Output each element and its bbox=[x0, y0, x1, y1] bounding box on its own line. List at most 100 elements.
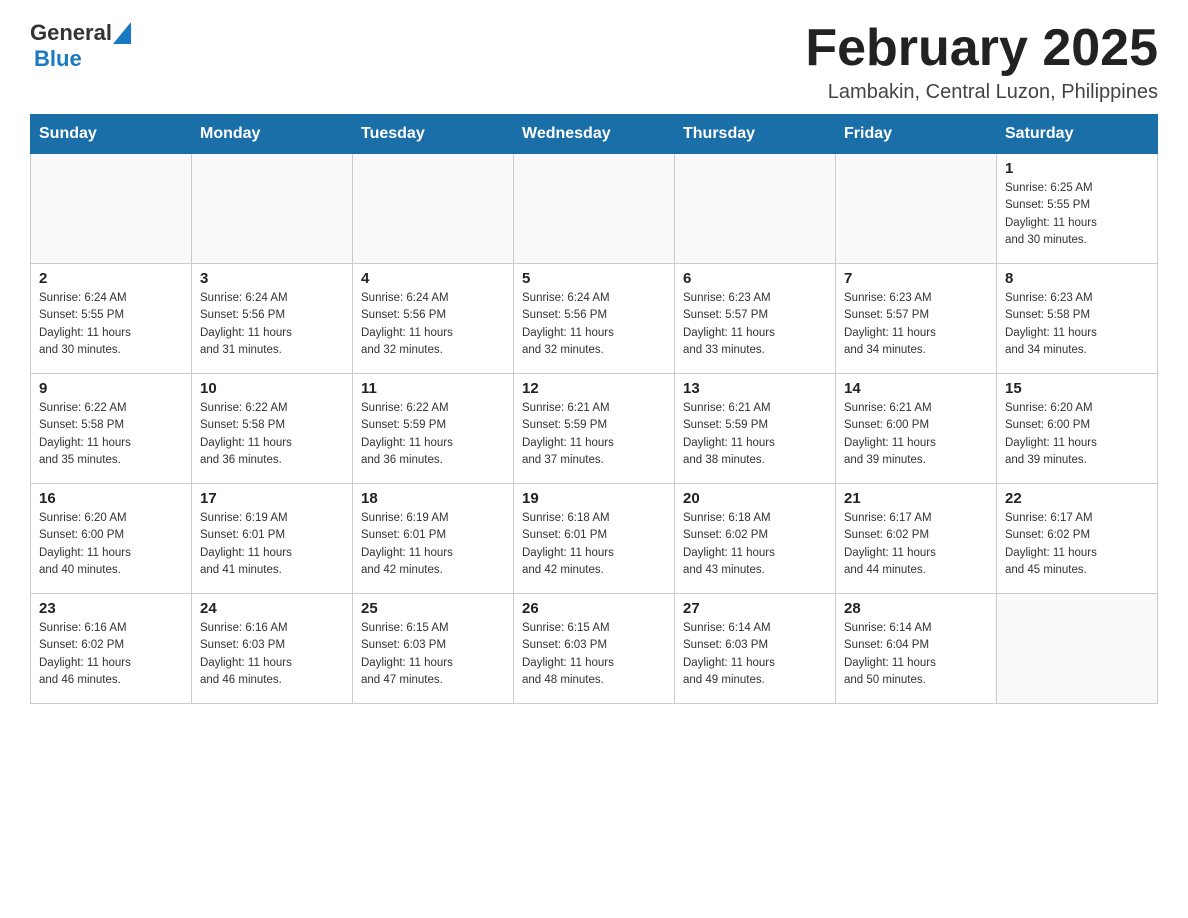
day-info: Sunrise: 6:21 AMSunset: 5:59 PMDaylight:… bbox=[683, 400, 827, 469]
day-number: 25 bbox=[361, 600, 505, 617]
calendar-cell: 16 Sunrise: 6:20 AMSunset: 6:00 PMDayligh… bbox=[31, 484, 192, 594]
day-info: Sunrise: 6:21 AMSunset: 5:59 PMDaylight:… bbox=[522, 400, 666, 469]
day-of-week-wednesday: Wednesday bbox=[514, 115, 675, 154]
day-info: Sunrise: 6:23 AMSunset: 5:57 PMDaylight:… bbox=[844, 290, 988, 359]
day-number: 10 bbox=[200, 380, 344, 397]
day-info: Sunrise: 6:25 AMSunset: 5:55 PMDaylight:… bbox=[1005, 180, 1149, 249]
day-info: Sunrise: 6:15 AMSunset: 6:03 PMDaylight:… bbox=[522, 620, 666, 689]
day-info: Sunrise: 6:20 AMSunset: 6:00 PMDaylight:… bbox=[1005, 400, 1149, 469]
calendar-cell: 9Sunrise: 6:22 AMSunset: 5:58 PMDaylight… bbox=[31, 374, 192, 484]
day-number: 23 bbox=[39, 600, 183, 617]
day-info: Sunrise: 6:24 AMSunset: 5:56 PMDaylight:… bbox=[200, 290, 344, 359]
day-number: 11 bbox=[361, 380, 505, 397]
calendar-cell: 6 Sunrise: 6:23 AMSunset: 5:57 PMDaylight… bbox=[675, 264, 836, 374]
day-number: 1 bbox=[1005, 160, 1149, 177]
calendar-cell: 24 Sunrise: 6:16 AMSunset: 6:03 PMDayligh… bbox=[192, 594, 353, 704]
calendar-cell: 11 Sunrise: 6:22 AMSunset: 5:59 PMDayligh… bbox=[353, 374, 514, 484]
day-info: Sunrise: 6:17 AMSunset: 6:02 PMDaylight:… bbox=[844, 510, 988, 579]
calendar-cell: 27 Sunrise: 6:14 AMSunset: 6:03 PMDayligh… bbox=[675, 594, 836, 704]
calendar-cell bbox=[997, 594, 1158, 704]
calendar-cell bbox=[836, 154, 997, 264]
calendar-week-row: 1 Sunrise: 6:25 AMSunset: 5:55 PMDaylight… bbox=[31, 154, 1158, 264]
calendar-week-row: 23Sunrise: 6:16 AMSunset: 6:02 PMDayligh… bbox=[31, 594, 1158, 704]
calendar-body: 1 Sunrise: 6:25 AMSunset: 5:55 PMDaylight… bbox=[31, 154, 1158, 704]
calendar-cell: 4Sunrise: 6:24 AMSunset: 5:56 PMDaylight… bbox=[353, 264, 514, 374]
days-of-week-row: SundayMondayTuesdayWednesdayThursdayFrid… bbox=[31, 115, 1158, 154]
calendar-cell: 12 Sunrise: 6:21 AMSunset: 5:59 PMDayligh… bbox=[514, 374, 675, 484]
day-info: Sunrise: 6:21 AMSunset: 6:00 PMDaylight:… bbox=[844, 400, 988, 469]
logo: General Blue bbox=[30, 20, 132, 72]
calendar-cell bbox=[675, 154, 836, 264]
day-number: 22 bbox=[1005, 490, 1149, 507]
calendar-cell: 13 Sunrise: 6:21 AMSunset: 5:59 PMDayligh… bbox=[675, 374, 836, 484]
calendar-cell: 3 Sunrise: 6:24 AMSunset: 5:56 PMDaylight… bbox=[192, 264, 353, 374]
calendar-cell: 2 Sunrise: 6:24 AMSunset: 5:55 PMDaylight… bbox=[31, 264, 192, 374]
day-info: Sunrise: 6:17 AMSunset: 6:02 PMDaylight:… bbox=[1005, 510, 1149, 579]
day-number: 21 bbox=[844, 490, 988, 507]
calendar-cell bbox=[192, 154, 353, 264]
calendar-cell bbox=[31, 154, 192, 264]
calendar-cell: 18Sunrise: 6:19 AMSunset: 6:01 PMDayligh… bbox=[353, 484, 514, 594]
day-number: 16 bbox=[39, 490, 183, 507]
day-info: Sunrise: 6:15 AMSunset: 6:03 PMDaylight:… bbox=[361, 620, 505, 689]
day-number: 2 bbox=[39, 270, 183, 287]
calendar-cell: 22 Sunrise: 6:17 AMSunset: 6:02 PMDayligh… bbox=[997, 484, 1158, 594]
day-info: Sunrise: 6:18 AMSunset: 6:02 PMDaylight:… bbox=[683, 510, 827, 579]
day-number: 13 bbox=[683, 380, 827, 397]
logo-general-text: General bbox=[30, 20, 112, 46]
calendar-cell: 23Sunrise: 6:16 AMSunset: 6:02 PMDayligh… bbox=[31, 594, 192, 704]
calendar-cell: 1 Sunrise: 6:25 AMSunset: 5:55 PMDaylight… bbox=[997, 154, 1158, 264]
page-header: General Blue February 2025 Lambakin, Cen… bbox=[30, 20, 1158, 104]
day-number: 17 bbox=[200, 490, 344, 507]
day-number: 19 bbox=[522, 490, 666, 507]
day-info: Sunrise: 6:22 AMSunset: 5:59 PMDaylight:… bbox=[361, 400, 505, 469]
calendar-cell: 8 Sunrise: 6:23 AMSunset: 5:58 PMDaylight… bbox=[997, 264, 1158, 374]
day-number: 24 bbox=[200, 600, 344, 617]
day-number: 9 bbox=[39, 380, 183, 397]
day-info: Sunrise: 6:22 AMSunset: 5:58 PMDaylight:… bbox=[200, 400, 344, 469]
calendar-cell: 5Sunrise: 6:24 AMSunset: 5:56 PMDaylight… bbox=[514, 264, 675, 374]
calendar-week-row: 9 Sunrise: 6:22 AMSunset: 5:58 PMDaylight… bbox=[31, 374, 1158, 484]
day-number: 27 bbox=[683, 600, 827, 617]
day-number: 3 bbox=[200, 270, 344, 287]
day-number: 12 bbox=[522, 380, 666, 397]
day-number: 8 bbox=[1005, 270, 1149, 287]
calendar-week-row: 16 Sunrise: 6:20 AMSunset: 6:00 PMDayligh… bbox=[31, 484, 1158, 594]
calendar-cell: 17Sunrise: 6:19 AMSunset: 6:01 PMDayligh… bbox=[192, 484, 353, 594]
day-info: Sunrise: 6:16 AMSunset: 6:03 PMDaylight:… bbox=[200, 620, 344, 689]
day-of-week-tuesday: Tuesday bbox=[353, 115, 514, 154]
day-number: 4 bbox=[361, 270, 505, 287]
calendar-cell: 21 Sunrise: 6:17 AMSunset: 6:02 PMDayligh… bbox=[836, 484, 997, 594]
day-number: 20 bbox=[683, 490, 827, 507]
calendar-cell bbox=[514, 154, 675, 264]
day-number: 26 bbox=[522, 600, 666, 617]
month-title: February 2025 bbox=[805, 20, 1158, 77]
calendar-cell: 20 Sunrise: 6:18 AMSunset: 6:02 PMDayligh… bbox=[675, 484, 836, 594]
day-info: Sunrise: 6:14 AMSunset: 6:03 PMDaylight:… bbox=[683, 620, 827, 689]
calendar-cell: 26 Sunrise: 6:15 AMSunset: 6:03 PMDayligh… bbox=[514, 594, 675, 704]
calendar-cell: 19Sunrise: 6:18 AMSunset: 6:01 PMDayligh… bbox=[514, 484, 675, 594]
day-info: Sunrise: 6:23 AMSunset: 5:58 PMDaylight:… bbox=[1005, 290, 1149, 359]
calendar-cell: 15 Sunrise: 6:20 AMSunset: 6:00 PMDayligh… bbox=[997, 374, 1158, 484]
day-number: 14 bbox=[844, 380, 988, 397]
calendar-week-row: 2 Sunrise: 6:24 AMSunset: 5:55 PMDaylight… bbox=[31, 264, 1158, 374]
calendar-cell bbox=[353, 154, 514, 264]
calendar-cell: 7 Sunrise: 6:23 AMSunset: 5:57 PMDaylight… bbox=[836, 264, 997, 374]
day-info: Sunrise: 6:24 AMSunset: 5:55 PMDaylight:… bbox=[39, 290, 183, 359]
day-number: 6 bbox=[683, 270, 827, 287]
day-info: Sunrise: 6:23 AMSunset: 5:57 PMDaylight:… bbox=[683, 290, 827, 359]
location-title: Lambakin, Central Luzon, Philippines bbox=[805, 81, 1158, 104]
day-info: Sunrise: 6:20 AMSunset: 6:00 PMDaylight:… bbox=[39, 510, 183, 579]
day-info: Sunrise: 6:14 AMSunset: 6:04 PMDaylight:… bbox=[844, 620, 988, 689]
logo-icon bbox=[113, 22, 131, 44]
day-of-week-friday: Friday bbox=[836, 115, 997, 154]
calendar-cell: 14 Sunrise: 6:21 AMSunset: 6:00 PMDayligh… bbox=[836, 374, 997, 484]
day-of-week-monday: Monday bbox=[192, 115, 353, 154]
calendar-header: SundayMondayTuesdayWednesdayThursdayFrid… bbox=[31, 115, 1158, 154]
day-info: Sunrise: 6:19 AMSunset: 6:01 PMDaylight:… bbox=[361, 510, 505, 579]
day-number: 7 bbox=[844, 270, 988, 287]
calendar-cell: 28 Sunrise: 6:14 AMSunset: 6:04 PMDayligh… bbox=[836, 594, 997, 704]
day-number: 15 bbox=[1005, 380, 1149, 397]
day-of-week-saturday: Saturday bbox=[997, 115, 1158, 154]
day-number: 28 bbox=[844, 600, 988, 617]
